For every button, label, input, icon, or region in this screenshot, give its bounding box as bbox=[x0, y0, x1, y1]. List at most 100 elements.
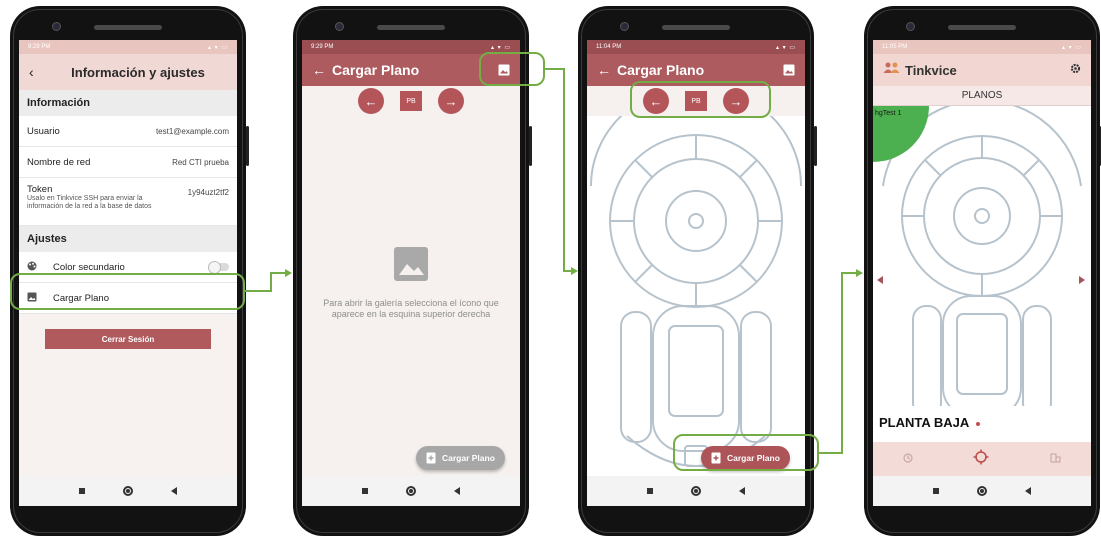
connector-arrowhead bbox=[285, 269, 292, 277]
secondary-color-toggle[interactable] bbox=[208, 261, 229, 274]
secondary-color-label: Color secundario bbox=[53, 261, 125, 273]
status-icons: ▴ ▾ ▭ bbox=[775, 44, 796, 51]
page-title: Cargar Plano bbox=[617, 62, 705, 78]
floor-selector: ← PB → bbox=[302, 86, 520, 116]
bottom-tab-bar bbox=[873, 442, 1091, 476]
tab-planos[interactable]: PLANOS bbox=[873, 86, 1091, 106]
gallery-icon[interactable] bbox=[783, 64, 795, 76]
settings-gear-icon[interactable] bbox=[1070, 61, 1081, 79]
recents-icon[interactable] bbox=[933, 488, 939, 494]
power-button bbox=[529, 126, 532, 166]
nav-back-icon[interactable] bbox=[454, 487, 460, 495]
floor-indicator-dot bbox=[976, 421, 981, 426]
app-title: Tinkvice bbox=[905, 62, 957, 78]
placeholder-image-icon bbox=[394, 247, 428, 281]
empty-message: Para abrir la galería selecciona el ícon… bbox=[323, 298, 499, 320]
floor-badge: PB bbox=[400, 91, 422, 111]
connector-arrowhead bbox=[856, 269, 863, 277]
crosshair-icon[interactable] bbox=[973, 449, 989, 470]
user-value: test1@example.com bbox=[155, 126, 229, 136]
status-icons: ▴ ▾ ▭ bbox=[490, 44, 511, 51]
prev-floor-button[interactable]: ← bbox=[358, 88, 384, 114]
empty-state: Para abrir la galería selecciona el ícon… bbox=[302, 247, 520, 321]
highlight-load-plan-fab bbox=[673, 434, 819, 471]
system-nav-bar bbox=[19, 476, 237, 506]
fab-label: Cargar Plano bbox=[442, 453, 495, 463]
page-title: Información y ajustes bbox=[71, 64, 205, 80]
section-header-info: Información bbox=[19, 90, 237, 116]
power-button bbox=[814, 126, 817, 166]
floor-name-text: PLANTA BAJA bbox=[879, 415, 969, 430]
history-icon[interactable] bbox=[903, 450, 913, 468]
floor-plan-drawing bbox=[590, 85, 802, 467]
prev-plan-arrow[interactable] bbox=[877, 276, 883, 284]
status-icons: ▴ ▾ ▭ bbox=[207, 44, 228, 51]
back-arrow-icon[interactable]: ← bbox=[597, 62, 617, 78]
floor-plan-drawing bbox=[873, 99, 1085, 417]
earpiece-speaker bbox=[948, 25, 1016, 30]
floor-plan-image bbox=[587, 85, 805, 476]
next-plan-arrow[interactable] bbox=[1079, 276, 1085, 284]
phone-1: 9:29 PM ▴ ▾ ▭ ‹ Información y ajustes In… bbox=[10, 6, 249, 536]
status-bar: 11:05 PM ▴ ▾ ▭ bbox=[873, 40, 1091, 54]
nav-back-icon[interactable] bbox=[739, 487, 745, 495]
next-floor-button[interactable]: → bbox=[438, 88, 464, 114]
load-plan-empty-screen: 9:29 PM ▴ ▾ ▭ ← Cargar Plano ← PB → Para… bbox=[302, 40, 520, 506]
earpiece-speaker bbox=[94, 25, 162, 30]
token-text: Token Usalo en Tinkvice SSH para enviar … bbox=[27, 184, 172, 211]
token-value: 1y94uzt2tf2 bbox=[187, 188, 229, 197]
user-label: Usuario bbox=[27, 125, 60, 137]
plans-screen: 11:05 PM ▴ ▾ ▭ Tinkvice PLANOS hgTest 1 … bbox=[873, 40, 1091, 506]
home-icon[interactable] bbox=[123, 486, 133, 496]
connector-line bbox=[563, 68, 565, 272]
phone-4: 11:05 PM ▴ ▾ ▭ Tinkvice PLANOS hgTest 1 … bbox=[864, 6, 1101, 536]
zone-label: hgTest 1 bbox=[875, 110, 902, 117]
earpiece-speaker bbox=[662, 25, 730, 30]
status-time: 9:29 PM bbox=[28, 44, 51, 50]
front-camera bbox=[620, 22, 629, 31]
earpiece-speaker bbox=[377, 25, 445, 30]
connector-arrowhead bbox=[571, 267, 578, 275]
logout-button[interactable]: Cerrar Sesión bbox=[45, 329, 211, 349]
recents-icon[interactable] bbox=[362, 488, 368, 494]
floor-plan-view[interactable]: hgTest 1 bbox=[873, 99, 1091, 417]
home-icon[interactable] bbox=[406, 486, 416, 496]
load-plan-fab[interactable]: Cargar Plano bbox=[416, 446, 505, 470]
highlight-load-plan-row bbox=[10, 273, 245, 310]
file-add-icon bbox=[426, 452, 436, 464]
status-time: 11:04 PM bbox=[596, 44, 622, 50]
system-nav-bar bbox=[873, 476, 1091, 506]
nav-back-icon[interactable] bbox=[171, 487, 177, 495]
highlight-floor-selector bbox=[630, 81, 771, 118]
back-arrow-icon[interactable]: ‹ bbox=[29, 64, 49, 80]
page-title: Cargar Plano bbox=[332, 62, 420, 78]
system-nav-bar bbox=[587, 476, 805, 506]
recents-icon[interactable] bbox=[647, 488, 653, 494]
recents-icon[interactable] bbox=[79, 488, 85, 494]
home-icon[interactable] bbox=[977, 486, 987, 496]
connector-line bbox=[841, 272, 857, 274]
front-camera bbox=[335, 22, 344, 31]
nav-back-icon[interactable] bbox=[1025, 487, 1031, 495]
home-icon[interactable] bbox=[691, 486, 701, 496]
token-description: Usalo en Tinkvice SSH para enviar la inf… bbox=[27, 195, 152, 211]
power-button bbox=[246, 126, 249, 166]
connector-line bbox=[841, 272, 843, 454]
network-label: Nombre de red bbox=[27, 156, 91, 168]
back-arrow-icon[interactable]: ← bbox=[312, 62, 332, 78]
system-nav-bar bbox=[302, 476, 520, 506]
building-icon[interactable] bbox=[1050, 450, 1061, 468]
status-icons: ▴ ▾ ▭ bbox=[1061, 44, 1082, 51]
status-bar: 11:04 PM ▴ ▾ ▭ bbox=[587, 40, 805, 54]
status-time: 11:05 PM bbox=[882, 44, 908, 50]
network-row: Nombre de red Red CTI prueba bbox=[19, 147, 237, 178]
user-row: Usuario test1@example.com bbox=[19, 116, 237, 147]
connector-line bbox=[270, 272, 272, 292]
front-camera bbox=[906, 22, 915, 31]
token-row: Token Usalo en Tinkvice SSH para enviar … bbox=[19, 178, 237, 226]
status-time: 9:29 PM bbox=[311, 44, 334, 50]
app-bar: Tinkvice bbox=[873, 54, 1091, 86]
front-camera bbox=[52, 22, 61, 31]
token-label: Token bbox=[27, 184, 53, 195]
connector-line bbox=[819, 452, 843, 454]
